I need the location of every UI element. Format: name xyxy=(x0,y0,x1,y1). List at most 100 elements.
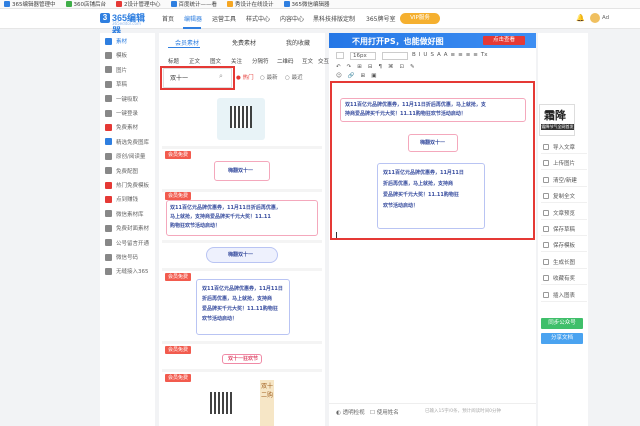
bookmark[interactable]: 360店铺后台 xyxy=(65,0,106,8)
sidebar-item[interactable]: 点到赚钱 xyxy=(100,192,155,206)
nav-editor[interactable]: 编辑器 xyxy=(184,14,202,23)
sidebar-item[interactable]: 原创/阅读量 xyxy=(100,149,155,163)
vip-button[interactable]: VIP服务 xyxy=(400,13,440,24)
right-action-button[interactable]: 清空/新建 xyxy=(541,174,587,187)
format-painter-icon[interactable] xyxy=(336,52,344,59)
font-size-select[interactable]: 16px xyxy=(350,52,376,60)
sidebar-item[interactable]: 免费配图 xyxy=(100,164,155,178)
nav-styles[interactable]: 样式中心 xyxy=(246,14,270,23)
category-interactive[interactable]: 交互 xyxy=(318,57,329,65)
toolbar-button[interactable]: ≡ xyxy=(450,52,455,60)
bookmark[interactable]: 365编辑器管理中 xyxy=(4,0,56,8)
avatar[interactable] xyxy=(590,13,600,23)
link-icon[interactable]: 🔗 xyxy=(348,73,355,80)
editor-text-line[interactable]: 折后再优惠，马上就抢，支持商 xyxy=(383,180,453,188)
nav-account[interactable]: 365牌号室 xyxy=(366,14,395,23)
toolbar-button[interactable]: ¶ xyxy=(378,64,382,72)
tab-free-materials[interactable]: 免费素材 xyxy=(232,38,256,47)
picture-icon[interactable]: ▣ xyxy=(371,73,376,80)
bookmark[interactable]: 秀设计在线设计 xyxy=(227,0,274,8)
toolbar-button[interactable]: A xyxy=(444,52,448,60)
category-divider[interactable]: 分隔符 xyxy=(252,57,269,65)
toolbar-button[interactable]: B xyxy=(412,52,416,60)
sync-wechat-button[interactable]: 同步公众号 xyxy=(541,318,583,329)
author-toggle[interactable]: ☐ 使用姓名 xyxy=(370,408,399,416)
toolbar-button[interactable]: A xyxy=(437,52,441,60)
transparent-toggle[interactable]: ◐ 透明检视 xyxy=(336,408,365,416)
sidebar-item[interactable]: 热门免费模板 xyxy=(100,178,155,192)
category-mutual[interactable]: 互文 xyxy=(302,57,313,65)
toolbar-button[interactable]: S xyxy=(430,52,434,60)
sidebar-item[interactable]: 一键登录 xyxy=(100,106,155,120)
filter-hot[interactable]: ● 热门 xyxy=(236,73,254,81)
emoji-icon[interactable]: ☺ xyxy=(336,73,342,80)
template-card[interactable]: 会员免费 双11百亿元品牌优惠券，11月11日折后再优惠， 马上就抢，支持商爱品… xyxy=(162,192,322,240)
nav-custom[interactable]: 黑科技排版定制 xyxy=(313,14,355,23)
category-follow[interactable]: 关注 xyxy=(231,57,242,65)
toolbar-button[interactable]: ↶ xyxy=(336,64,341,72)
table-icon[interactable]: ⊞ xyxy=(361,73,366,80)
tab-favorites[interactable]: 我的收藏 xyxy=(286,38,310,47)
toolbar-button[interactable]: ↷ xyxy=(347,64,352,72)
sidebar-item[interactable]: 免费素材 xyxy=(100,120,155,134)
editor-text-line[interactable]: 欢节活动启动！ xyxy=(383,202,418,210)
sidebar-item[interactable]: 一键吸取 xyxy=(100,92,155,106)
template-card[interactable]: 嗨翻双十一 xyxy=(162,243,322,268)
editor-text-line[interactable]: 双11百亿元品牌优惠券，11月11日 xyxy=(383,169,464,177)
toolbar-button[interactable]: ⌘ xyxy=(388,64,394,72)
bell-icon[interactable]: 🔔 xyxy=(576,14,585,22)
template-card[interactable]: 会员免费 双11百亿元品牌优惠券，11月11日 折后再优惠，马上就抢，支持商 爱… xyxy=(162,271,322,341)
username[interactable]: Ad xyxy=(602,15,609,21)
bookmark[interactable]: 365微信编辑器 xyxy=(283,0,330,8)
toolbar-button[interactable]: ⊞ xyxy=(357,64,362,72)
right-action-button[interactable]: 文章预览 xyxy=(541,207,587,220)
sidebar-item[interactable]: 微信号码 xyxy=(100,250,155,264)
toolbar-button[interactable]: ≡ xyxy=(466,52,471,60)
bookmark[interactable]: 2设计管理中心 xyxy=(116,0,161,8)
right-action-button[interactable]: 生成长图 xyxy=(541,256,587,269)
right-action-button[interactable]: 导入文章 xyxy=(541,141,587,154)
template-card[interactable]: 会员免费 嗨翻双十一 xyxy=(162,149,322,189)
right-action-button[interactable]: 保存草稿 xyxy=(541,223,587,236)
right-action-button[interactable]: 收藏有奖 xyxy=(541,272,587,286)
toolbar-button[interactable]: Tx xyxy=(481,52,488,60)
filter-recent[interactable]: ○ 最近 xyxy=(285,73,303,81)
category-body[interactable]: 正文 xyxy=(189,57,200,65)
template-card[interactable] xyxy=(162,96,322,146)
site-logo[interactable]: 3 365编辑器 365editor.com xyxy=(100,11,152,36)
sidebar-item[interactable]: 草稿 xyxy=(100,77,155,91)
template-card[interactable]: 会员免费 双十二购 xyxy=(162,372,322,426)
sidebar-item[interactable]: 图片 xyxy=(100,63,155,77)
right-action-button[interactable]: 上传图片 xyxy=(541,157,587,171)
toolbar-button[interactable]: U xyxy=(423,52,427,60)
nav-home[interactable]: 首页 xyxy=(162,14,174,23)
font-family-select[interactable] xyxy=(382,52,408,60)
template-card[interactable]: 会员免费 双十一狂欢节 xyxy=(162,344,322,369)
tab-member-materials[interactable]: 会员素材 xyxy=(175,38,199,47)
toolbar-button[interactable]: ⊟ xyxy=(368,64,373,72)
right-action-button[interactable]: 复制全文 xyxy=(541,190,587,204)
toolbar-button[interactable]: ⊡ xyxy=(399,64,404,72)
category-qrcode[interactable]: 二维码 xyxy=(277,57,294,65)
seasonal-ad[interactable]: 霜降 霜降节气全网首发 xyxy=(539,104,575,136)
category-title[interactable]: 标题 xyxy=(168,57,179,65)
editor-text-line[interactable]: 双11百亿元品牌优惠券，11月11日折后再优惠，马上就抢，支 xyxy=(345,101,486,109)
nav-tools[interactable]: 运营工具 xyxy=(212,14,236,23)
promo-banner-button[interactable]: 点击查看 xyxy=(483,36,525,45)
toolbar-button[interactable]: ✎ xyxy=(410,64,415,72)
toolbar-button[interactable]: ≡ xyxy=(473,52,478,60)
sidebar-item[interactable]: 公号留言开通 xyxy=(100,236,155,250)
editor-text-line[interactable]: 爱品牌买千元大奖！11.11购物狂 xyxy=(383,191,459,199)
right-action-button[interactable]: 保存模板 xyxy=(541,239,587,253)
toolbar-button[interactable]: I xyxy=(419,52,421,60)
sidebar-item[interactable]: 精选免费图库 xyxy=(100,135,155,149)
sidebar-item[interactable]: 微信素材库 xyxy=(100,207,155,221)
filter-latest[interactable]: ○ 最新 xyxy=(260,73,278,81)
sidebar-item[interactable]: 模板 xyxy=(100,48,155,62)
bookmark[interactable]: 百度统计——看 xyxy=(170,0,217,8)
sidebar-item[interactable]: 免费封面素材 xyxy=(100,221,155,235)
editor-text-line[interactable]: 持商爱品牌买千元大奖！11.11购物狂欢节活动启动！ xyxy=(345,110,466,118)
category-imagetext[interactable]: 图文 xyxy=(210,57,221,65)
right-action-button[interactable]: 插入图表 xyxy=(541,289,587,302)
sidebar-item[interactable]: 无缝接入365 xyxy=(100,264,155,278)
